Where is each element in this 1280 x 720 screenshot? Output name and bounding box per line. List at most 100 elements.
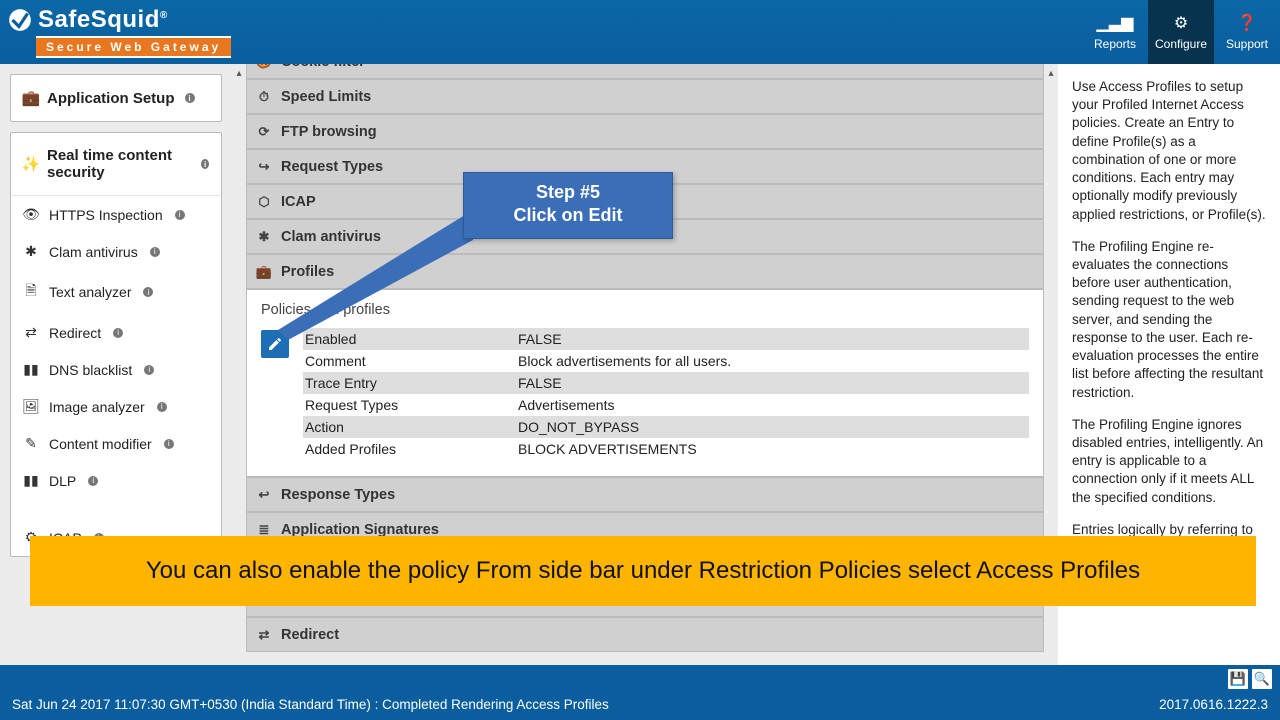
- section-label: Response Types: [281, 487, 395, 503]
- asterisk-icon: ✱: [257, 229, 271, 245]
- sidebar-head-label: Real time content security: [47, 147, 191, 181]
- section-label: FTP browsing: [281, 124, 377, 140]
- section-row[interactable]: ↩ Response Types: [246, 477, 1044, 512]
- sidebar-item-label: Text analyzer: [49, 284, 131, 300]
- section-row[interactable]: ⏱Speed Limits: [246, 79, 1044, 114]
- version-text: 2017.0616.1222.3: [1159, 697, 1268, 712]
- header-nav: ▁▃▆ Reports ⚙ Configure ❓ Support: [1082, 0, 1280, 64]
- sidebar-item-label: Content modifier: [49, 436, 152, 452]
- help-paragraph: The Profiling Engine ignores disabled en…: [1072, 416, 1266, 507]
- status-text: Sat Jun 24 2017 11:07:30 GMT+0530 (India…: [12, 697, 609, 712]
- section-row[interactable]: ⟳ FTP browsing: [246, 114, 1044, 149]
- section-label: Cookie filter: [281, 64, 365, 70]
- sidebar-item-label: DLP: [49, 473, 76, 489]
- sidebar-item[interactable]: 👁HTTPS Inspectioni: [11, 196, 221, 233]
- edit-button[interactable]: [261, 330, 289, 358]
- picture-icon: 🖼: [23, 398, 39, 415]
- table-key: Action: [303, 419, 518, 435]
- briefcase-icon: 💼: [23, 89, 39, 107]
- search-icon-button[interactable]: 🔍: [1252, 669, 1272, 689]
- reply-icon: ↩: [257, 487, 271, 503]
- info-icon[interactable]: i: [201, 159, 209, 169]
- shuffle-icon: ⇄: [257, 627, 271, 643]
- brand-name: SafeSquid®: [38, 6, 168, 34]
- gauge-icon: ⏱: [257, 89, 271, 105]
- help-paragraph: Use Access Profiles to setup your Profil…: [1072, 78, 1266, 224]
- sidebar-item[interactable]: 🖼Image analyzeri: [11, 388, 221, 425]
- cogs-icon: ⚙: [1174, 13, 1188, 33]
- info-icon[interactable]: i: [157, 402, 167, 412]
- sidebar-item[interactable]: ▮▮ DLP i: [11, 462, 221, 499]
- section-profiles-body: Policies and profiles EnabledFALSECommen…: [246, 289, 1044, 477]
- nav-reports[interactable]: ▁▃▆ Reports: [1082, 0, 1148, 64]
- table-row: CommentBlock advertisements for all user…: [303, 350, 1029, 372]
- question-icon: ❓: [1237, 13, 1257, 33]
- file-text-icon: 🗎: [23, 280, 39, 304]
- section-label: Profiles: [281, 264, 334, 280]
- hexagon-icon: ⬡: [257, 194, 271, 210]
- info-icon[interactable]: i: [150, 247, 160, 257]
- status-bar: 💾 🔍 Sat Jun 24 2017 11:07:30 GMT+0530 (I…: [0, 665, 1280, 720]
- cookie-icon: 🍪: [257, 64, 271, 70]
- info-icon[interactable]: i: [185, 93, 195, 103]
- refresh-icon: ⟳: [257, 124, 271, 140]
- nav-support-label: Support: [1226, 37, 1268, 51]
- section-row[interactable]: 💼 Profiles: [246, 254, 1044, 289]
- sidebar-item-label: Clam antivirus: [49, 244, 138, 260]
- section-label: Redirect: [281, 627, 339, 643]
- chart-icon: ▁▃▆: [1097, 13, 1134, 33]
- sidebar-head-realtime[interactable]: ✨ Real time content security i: [11, 133, 221, 196]
- table-value: BLOCK ADVERTISEMENTS: [518, 441, 1029, 457]
- callout-line1: Step #5: [486, 181, 650, 204]
- info-icon[interactable]: i: [143, 287, 153, 297]
- pencil-square-icon: [267, 336, 283, 352]
- brand: SafeSquid® Secure Web Gateway: [0, 0, 241, 58]
- nav-support[interactable]: ❓ Support: [1214, 0, 1280, 64]
- app-header: SafeSquid® Secure Web Gateway ▁▃▆ Report…: [0, 0, 1280, 64]
- save-icon-button[interactable]: 💾: [1228, 669, 1248, 689]
- nav-configure[interactable]: ⚙ Configure: [1148, 0, 1214, 64]
- table-row: EnabledFALSE: [303, 328, 1029, 350]
- info-icon[interactable]: i: [175, 210, 185, 220]
- section-row[interactable]: ⇄ Redirect: [246, 617, 1044, 652]
- section-label: Clam antivirus: [281, 229, 381, 245]
- table-key: Added Profiles: [303, 441, 518, 457]
- instruction-banner: You can also enable the policy From side…: [30, 536, 1256, 606]
- sidebar-item[interactable]: ▮▮DNS blacklisti: [11, 351, 221, 388]
- sidebar-card-realtime: ✨ Real time content security i 👁HTTPS In…: [10, 132, 222, 557]
- table-row: Trace EntryFALSE: [303, 372, 1029, 394]
- briefcase-icon: 💼: [257, 264, 271, 280]
- info-icon[interactable]: i: [113, 328, 123, 338]
- sidebar-card-app-setup[interactable]: 💼 Application Setup i: [10, 74, 222, 122]
- table-value: Block advertisements for all users.: [518, 353, 1029, 369]
- table-value: Advertisements: [518, 397, 1029, 413]
- info-icon[interactable]: i: [88, 476, 98, 486]
- section-label: ICAP: [281, 194, 316, 210]
- info-icon[interactable]: i: [164, 439, 174, 449]
- sidebar-item[interactable]: [11, 499, 221, 519]
- brand-subtitle: Secure Web Gateway: [36, 36, 231, 58]
- profiles-subtitle: Policies and profiles: [261, 302, 1029, 318]
- table-key: Trace Entry: [303, 375, 518, 391]
- asterisk-icon: ✱: [23, 243, 39, 260]
- sidebar-item-label: HTTPS Inspection: [49, 207, 163, 223]
- table-value: FALSE: [518, 331, 1029, 347]
- section-row[interactable]: 🍪 Cookie filter: [246, 64, 1044, 79]
- section-label: Request Types: [281, 159, 383, 175]
- table-row: ActionDO_NOT_BYPASS: [303, 416, 1029, 438]
- table-value: DO_NOT_BYPASS: [518, 419, 1029, 435]
- nav-configure-label: Configure: [1155, 37, 1207, 51]
- table-row: Added ProfilesBLOCK ADVERTISEMENTS: [303, 438, 1029, 460]
- sidebar-item[interactable]: ✱ Clam antivirus i: [11, 233, 221, 270]
- forward-icon: ↪: [257, 159, 271, 175]
- sidebar-item[interactable]: ⇄Redirecti: [11, 314, 221, 351]
- sidebar-item[interactable]: 🗎 Text analyzer i: [11, 270, 221, 314]
- table-key: Comment: [303, 353, 518, 369]
- nav-reports-label: Reports: [1094, 37, 1136, 51]
- policy-row: EnabledFALSECommentBlock advertisements …: [261, 328, 1029, 460]
- barcode-icon: ▮▮: [23, 472, 39, 489]
- sidebar-head-label: Application Setup: [47, 90, 175, 107]
- barcode-icon: ▮▮: [23, 361, 39, 378]
- info-icon[interactable]: i: [144, 365, 154, 375]
- sidebar-item[interactable]: ✎Content modifieri: [11, 425, 221, 462]
